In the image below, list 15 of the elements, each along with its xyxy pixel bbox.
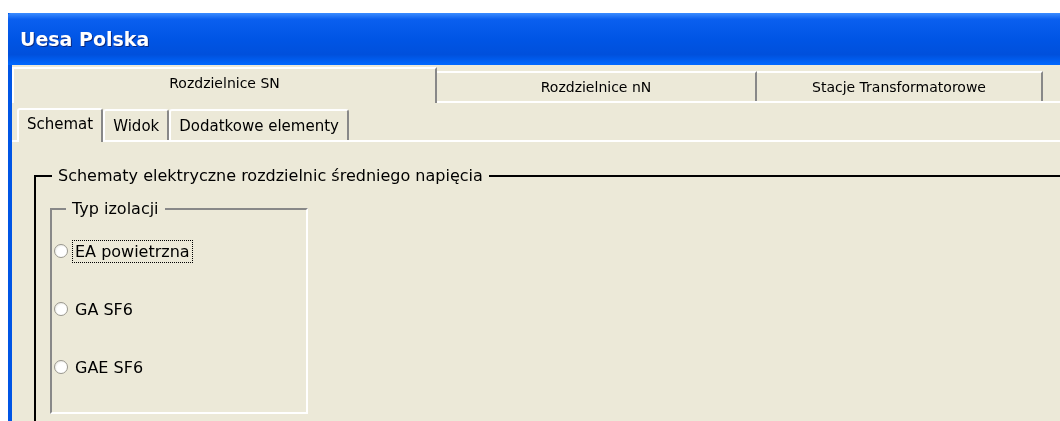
radio-label[interactable]: GAE SF6 [72,355,147,379]
radio-label[interactable]: GA SF6 [72,297,136,321]
window-title: Uesa Polska [20,28,150,50]
tab[interactable]: Rozdzielnice SN [12,67,437,103]
group-title: Schematy elektryczne rozdzielnic średniego napięcia [57,166,484,185]
radio-button[interactable] [54,302,68,316]
tab[interactable]: Widok [103,109,170,140]
radio-button[interactable] [54,360,68,374]
radio-label[interactable]: EA powietrzna [72,239,193,263]
tab[interactable]: Schemat [17,108,104,142]
radio-button[interactable] [54,244,68,258]
tab[interactable]: Dodatkowe elementy [169,109,349,140]
group-title: Typ izolacji [71,199,160,218]
tab[interactable]: Rozdzielnice nN [437,71,757,101]
tab[interactable]: Stacje Transformatorowe [757,71,1043,101]
